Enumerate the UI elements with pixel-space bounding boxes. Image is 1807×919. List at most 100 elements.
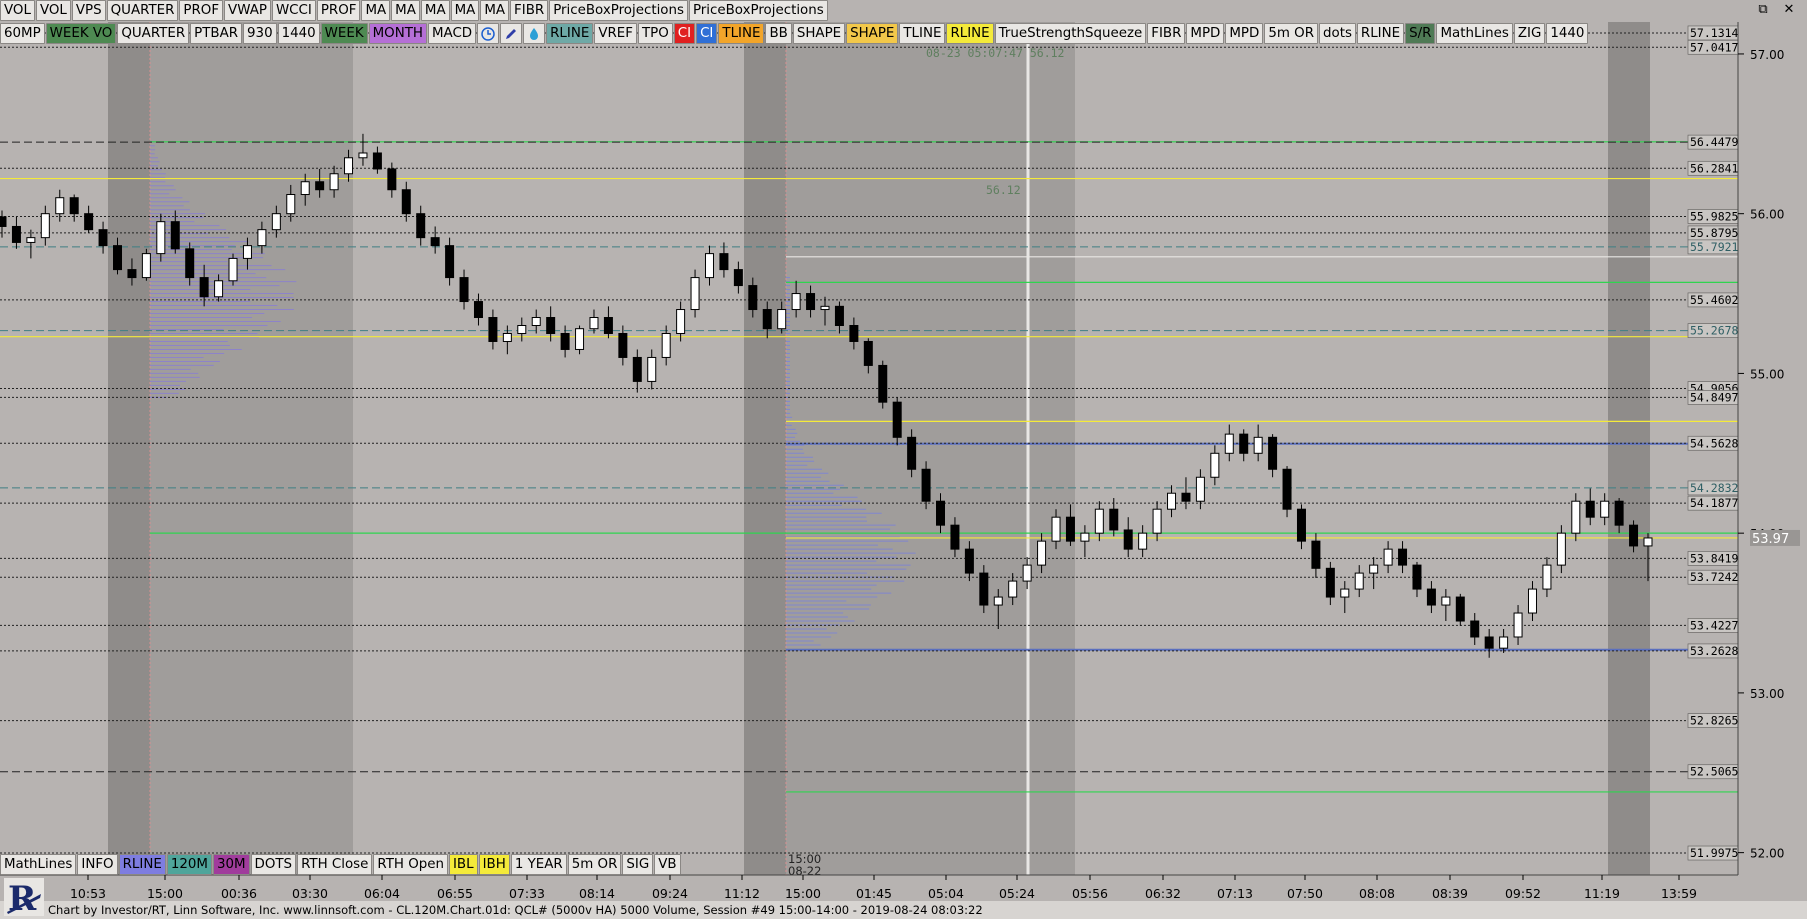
toolbar-button-macd[interactable]: MACD (427, 23, 477, 44)
candle-body (1022, 564, 1032, 582)
candle-body (1195, 476, 1205, 502)
price-level-label: 55.7921 (1690, 240, 1739, 254)
restore-window-icon[interactable]: ⧉ (1753, 2, 1773, 17)
toolbar-button-mpd[interactable]: MPD (1186, 23, 1225, 44)
toolbar-button-vwap[interactable]: VWAP (224, 0, 271, 21)
price-chart[interactable]: 57.131457.0417 56.4479 56.2841 55.9825 55.87… (0, 0, 1807, 919)
candle-body (127, 269, 137, 279)
toolbar-button-dots[interactable]: dots (1319, 23, 1356, 44)
x-tick-label: 15:00 (785, 886, 821, 901)
toolbar-button-mathlines[interactable]: MathLines (0, 854, 77, 875)
x-tick-label: 10:53 (70, 886, 106, 901)
toolbar-button-ma[interactable]: MA (450, 0, 480, 21)
session-shade (108, 22, 150, 875)
clock-icon[interactable] (477, 23, 500, 44)
toolbar-button-5m-or[interactable]: 5m OR (1264, 23, 1318, 44)
toolbar-button-tline[interactable]: TLINE (718, 23, 765, 44)
toolbar-button-ma[interactable]: MA (391, 0, 420, 21)
toolbar-button-rth-close[interactable]: RTH Close (297, 854, 373, 875)
candle-body (531, 317, 541, 327)
toolbar-button-ma[interactable]: MA (480, 0, 510, 21)
candle-body (271, 213, 281, 231)
y-tick-label: 53.00 (1750, 687, 1784, 701)
toolbar-button-wcci[interactable]: WCCI (271, 0, 316, 21)
toolbar-button-vref[interactable]: VREF (594, 23, 637, 44)
candle-body (1167, 492, 1177, 510)
candle-body (647, 356, 657, 382)
toolbar-button-ci[interactable]: CI (673, 23, 696, 44)
price-axis (1738, 22, 1807, 875)
toolbar-button-zig[interactable]: ZIG (1513, 23, 1546, 44)
candle-body (55, 197, 65, 215)
toolbar-button-vol[interactable]: VOL (0, 0, 35, 21)
toolbar-button-month[interactable]: MONTH (368, 23, 427, 44)
toolbar-button-week-vo[interactable]: WEEK VO (45, 23, 117, 44)
toolbar-button-ci[interactable]: CI (696, 23, 718, 44)
toolbar-button-sig[interactable]: SIG (622, 854, 654, 875)
toolbar-button-ma[interactable]: MA (361, 0, 391, 21)
toolbar-button-vps[interactable]: VPS (71, 0, 106, 21)
toolbar-button-rline[interactable]: RLINE (946, 23, 994, 44)
toolbar-button-mpd[interactable]: MPD (1225, 23, 1264, 44)
toolbar-button-ibl[interactable]: IBL (448, 854, 478, 875)
toolbar-button-bb[interactable]: BB (765, 23, 792, 44)
candle-body (1600, 500, 1610, 518)
toolbar-button-930[interactable]: 930 (243, 23, 277, 44)
candle-body (445, 245, 455, 279)
x-tick-label: 11:19 (1584, 886, 1620, 901)
session-shade (1608, 22, 1650, 875)
toolbar-button-quarter[interactable]: QUARTER (117, 23, 190, 44)
toolbar-button-dots[interactable]: DOTS (250, 854, 297, 875)
toolbar-button-5m-or[interactable]: 5m OR (567, 854, 622, 875)
toolbar-button-truestrengthsqueeze[interactable]: TrueStrengthSqueeze (994, 23, 1147, 44)
x-tick-label: 08:39 (1432, 886, 1468, 901)
toolbar-button-shape[interactable]: SHAPE (792, 23, 846, 44)
pencil-icon[interactable] (500, 23, 523, 44)
toolbar-button-ma[interactable]: MA (420, 0, 450, 21)
candle-body (748, 285, 758, 311)
toolbar-button-week[interactable]: WEEK (320, 23, 368, 44)
toolbar-button-fibr[interactable]: FIBR (510, 0, 549, 21)
candle-body (40, 213, 50, 239)
toolbar-button-rline[interactable]: RLINE (1356, 23, 1405, 44)
x-tick-label: 13:59 (1661, 886, 1697, 901)
toolbar-button-30m[interactable]: 30M (212, 854, 250, 875)
toolbar-button-1440[interactable]: 1440 (1546, 23, 1589, 44)
candle-body (315, 181, 325, 191)
toolbar-button-prof[interactable]: PROF (179, 0, 224, 21)
toolbar-button-rth-open[interactable]: RTH Open (373, 854, 448, 875)
toolbar-button-prof[interactable]: PROF (316, 0, 361, 21)
toolbar-button-fibr[interactable]: FIBR (1147, 23, 1186, 44)
candle-body (892, 401, 902, 438)
toolbar-button-rline[interactable]: RLINE (546, 23, 594, 44)
toolbar-button-vb[interactable]: VB (654, 854, 681, 875)
candle-body (228, 257, 238, 282)
toolbar-button-priceboxprojections[interactable]: PriceBoxProjections (688, 0, 828, 21)
close-window-icon[interactable]: ✕ (1779, 2, 1799, 17)
toolbar-button-1440[interactable]: 1440 (277, 23, 320, 44)
toolbar-button-tline[interactable]: TLINE (899, 23, 946, 44)
toolbar-button-60mp[interactable]: 60MP (0, 23, 45, 44)
candle-body (185, 248, 195, 279)
candle-body (401, 189, 411, 215)
candle-body (1398, 548, 1408, 566)
candle-body (387, 168, 397, 191)
toolbar-button-priceboxprojections[interactable]: PriceBoxProjections (549, 0, 688, 21)
toolbar-button-s-r[interactable]: S/R (1405, 23, 1436, 44)
toolbar-button-mathlines[interactable]: MathLines (1436, 23, 1513, 44)
toolbar-button-120m[interactable]: 120M (166, 854, 212, 875)
drop-icon[interactable] (523, 23, 546, 44)
x-tick-label: 03:30 (292, 886, 328, 901)
toolbar-button-shape[interactable]: SHAPE (846, 23, 899, 44)
candle-body (1499, 636, 1509, 649)
toolbar-button-info[interactable]: INFO (77, 854, 118, 875)
x-tick-label: 05:56 (1072, 886, 1108, 901)
toolbar-button-ptbar[interactable]: PTBAR (190, 23, 243, 44)
toolbar-button-ibh[interactable]: IBH (478, 854, 510, 875)
toolbar-button-1-year[interactable]: 1 YEAR (510, 854, 567, 875)
toolbar-button-vol[interactable]: VOL (35, 0, 71, 21)
toolbar-button-tpo[interactable]: TPO (637, 23, 673, 44)
toolbar-button-rline[interactable]: RLINE (118, 854, 166, 875)
price-level-label: 55.4602 (1690, 293, 1738, 307)
toolbar-button-quarter[interactable]: QUARTER (106, 0, 179, 21)
